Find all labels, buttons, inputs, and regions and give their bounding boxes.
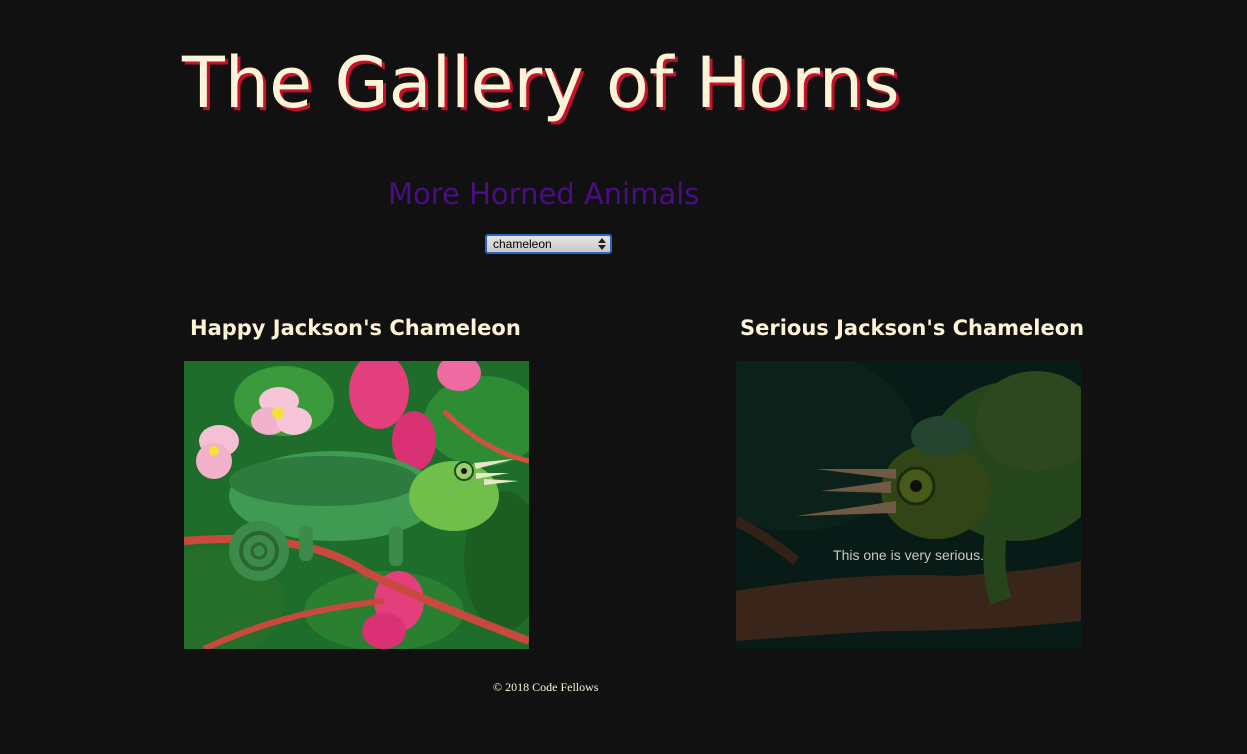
card-title-serious-chameleon: Serious Jackson's Chameleon xyxy=(740,316,1085,340)
section-heading: More Horned Animals xyxy=(388,177,700,211)
select-arrows-icon xyxy=(598,238,606,250)
serious-chameleon-illustration xyxy=(736,361,1081,649)
serious-chameleon-image[interactable]: This one is very serious. xyxy=(736,361,1081,649)
serious-chameleon-caption: This one is very serious. xyxy=(833,547,984,563)
card-title-happy-chameleon: Happy Jackson's Chameleon xyxy=(190,316,521,340)
animal-filter-selected-value: chameleon xyxy=(493,237,552,251)
animal-filter-select[interactable]: chameleon xyxy=(485,234,612,254)
happy-chameleon-image[interactable] xyxy=(184,361,529,649)
site-title: The Gallery of Horns xyxy=(182,42,900,124)
happy-chameleon-illustration xyxy=(184,361,529,649)
footer-copyright: © 2018 Code Fellows xyxy=(493,680,599,694)
